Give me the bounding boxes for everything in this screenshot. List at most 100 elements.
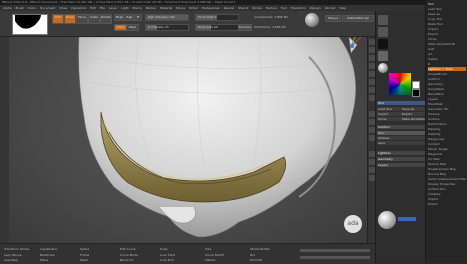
bottom-item[interactable]: Lock End	[160, 258, 174, 262]
layers-header[interactable]: Layers	[377, 163, 426, 167]
draw-button[interactable]: Draw	[64, 14, 76, 24]
palette-import-button[interactable]: Import	[377, 112, 401, 116]
tray-item[interactable]: Displacement Map	[428, 167, 466, 171]
palette-load-tool-button[interactable]: Load Tool	[377, 107, 401, 111]
bottom-item[interactable]: Frame	[80, 253, 89, 257]
subtool-item[interactable]: Glasses	[377, 136, 425, 140]
bottom-item[interactable]: Lazy Mouse	[4, 253, 22, 257]
tray-item[interactable]: Export	[428, 202, 466, 206]
tray-item[interactable]: Vector Displacement Map	[428, 177, 466, 181]
canvas-viewport[interactable]: ada	[9, 37, 367, 243]
tray-item[interactable]: FiberMesh	[428, 102, 466, 106]
tray-item[interactable]: Surface	[428, 117, 466, 121]
material-preview-icon[interactable]	[378, 211, 396, 229]
tray-item[interactable]: Import	[428, 197, 466, 201]
tray-item[interactable]: Visibility	[428, 132, 466, 136]
tray-item[interactable]: Texture Map	[428, 162, 466, 166]
palette-make-polymesh-button[interactable]: Make PolyMesh3D	[401, 117, 425, 121]
tray-item[interactable]: Polygroups	[428, 137, 466, 141]
bottom-item[interactable]: Spline	[80, 247, 89, 251]
tray-item[interactable]: R	[428, 62, 466, 66]
move-button[interactable]: Move	[76, 14, 88, 24]
active-color-bar[interactable]	[398, 217, 416, 221]
bottom-item[interactable]: Edit Curve	[120, 247, 136, 251]
tray-item[interactable]: All	[428, 52, 466, 56]
subtool-item[interactable]: Lens	[377, 141, 425, 145]
bottom-item[interactable]: Lock Start	[160, 253, 175, 257]
main-color-swatch[interactable]	[412, 81, 420, 89]
tray-title[interactable]: Tool	[428, 2, 466, 6]
bottom-item[interactable]: Curve Mode	[120, 253, 138, 257]
bottom-item[interactable]: Transform Stroke	[4, 247, 29, 251]
tray-item[interactable]: Import	[428, 27, 466, 31]
bottom-item[interactable]: Bend Arc	[120, 258, 134, 262]
z-intensity-slider[interactable]: Z Intensity 25	[145, 24, 189, 31]
tray-item[interactable]: GoZ	[428, 47, 466, 51]
tray-item[interactable]: Preview	[428, 112, 466, 116]
tray-item[interactable]: ArrayMesh	[428, 87, 466, 91]
palette-save-as-button[interactable]: Save As	[401, 107, 425, 111]
tray-item[interactable]: Deformation	[428, 122, 466, 126]
subtool-header[interactable]: SubTool	[377, 125, 426, 129]
tray-item-highlighted[interactable]: Lightbox > Tools	[428, 67, 466, 71]
tray-item[interactable]: Initialize	[428, 192, 466, 196]
bottom-item[interactable]: LazyRadius	[40, 247, 57, 251]
bottom-item[interactable]: Mesh	[80, 258, 88, 262]
bottom-item[interactable]: Flatten	[205, 258, 216, 262]
zsub-button[interactable]: Zsub	[126, 24, 139, 31]
palette-clone-button[interactable]: Clone	[377, 117, 401, 121]
bottom-item[interactable]: Size	[205, 247, 211, 251]
material-icon[interactable]	[378, 63, 388, 73]
subtool-item[interactable]: Skin	[377, 131, 425, 135]
tray-item[interactable]: SubTool	[428, 77, 466, 81]
palette-header[interactable]: Tool	[377, 101, 426, 105]
tray-item[interactable]: Display Properties	[428, 182, 466, 186]
draw-size-slider[interactable]: Draw Size 64	[195, 24, 239, 31]
tray-item[interactable]: Polypaint	[428, 152, 466, 156]
bottom-item[interactable]: Snap	[160, 247, 168, 251]
bottom-item[interactable]: Curve Falloff	[205, 253, 224, 257]
dynamic-button[interactable]: Dynamic	[238, 24, 252, 31]
tray-item[interactable]: UV Map	[428, 157, 466, 161]
tray-item[interactable]: Make PolyMesh3D	[428, 42, 466, 46]
m-button[interactable]: M	[134, 14, 142, 21]
bottom-item[interactable]: Stroke Profile	[250, 247, 270, 251]
tray-item[interactable]: Paste Tool	[428, 22, 466, 26]
focal-shift-slider[interactable]: Focal Shift 0	[195, 14, 239, 21]
tray-item[interactable]: Geometry HD	[428, 107, 466, 111]
tray-item[interactable]: Visible	[428, 57, 466, 61]
rgb-intensity-slider[interactable]: Rgb Intensity 100	[145, 14, 189, 21]
bottom-item[interactable]: Plane	[40, 258, 48, 262]
alpha-thumbnail[interactable]	[12, 14, 48, 35]
tray-item[interactable]: Copy Tool	[428, 17, 466, 21]
default-zscript-button[interactable]: DefaultZScript	[342, 15, 374, 22]
tray-item[interactable]: Load Tool	[428, 7, 466, 11]
tray-item[interactable]: Save As	[428, 12, 466, 16]
alpha-icon[interactable]	[378, 39, 388, 49]
bottom-item[interactable]: Roll	[250, 253, 255, 257]
stroke-icon[interactable]	[378, 27, 388, 37]
geometry-header[interactable]: Geometry	[377, 157, 426, 161]
tray-item[interactable]: Unified Skin	[428, 187, 466, 191]
bottom-item[interactable]: Roll Dist	[250, 258, 262, 262]
bottom-item[interactable]: LazyStep	[4, 258, 18, 262]
tray-item[interactable]: Export	[428, 32, 466, 36]
secondary-color-swatch[interactable]	[412, 89, 420, 97]
brush-sphere-icon[interactable]	[305, 13, 319, 27]
tray-item[interactable]: SimpleBrush	[428, 72, 466, 76]
tray-item[interactable]: Clone	[428, 37, 466, 41]
rotate-button[interactable]: Rotate	[100, 14, 112, 24]
palette-export-button[interactable]: Export	[401, 112, 425, 116]
edit-button[interactable]: Edit	[52, 14, 64, 24]
tray-item[interactable]: NanoMesh	[428, 92, 466, 96]
tray-item[interactable]: Morph Target	[428, 147, 466, 151]
menus-button[interactable]: Menus	[325, 15, 341, 22]
scale-button[interactable]: Scale	[88, 14, 100, 24]
tray-item[interactable]: Normal Map	[428, 172, 466, 176]
brush-icon[interactable]	[378, 15, 388, 25]
tray-item[interactable]: Geometry	[428, 82, 466, 86]
bottom-slider-track-2[interactable]	[300, 256, 370, 259]
tray-item[interactable]: Contact	[428, 142, 466, 146]
tray-item[interactable]: Layers	[428, 97, 466, 101]
tray-item[interactable]: Masking	[428, 127, 466, 131]
